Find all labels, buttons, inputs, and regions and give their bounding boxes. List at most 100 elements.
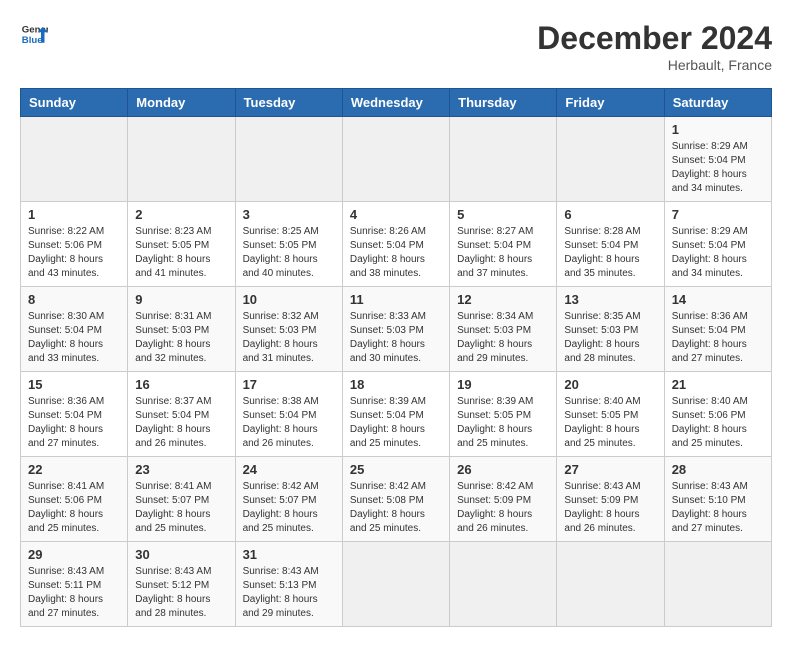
day-number: 16 — [135, 377, 227, 392]
day-number: 6 — [564, 207, 656, 222]
calendar-cell: 25 Sunrise: 8:42 AMSunset: 5:08 PMDayligh… — [342, 457, 449, 542]
day-info: Sunrise: 8:36 AMSunset: 5:04 PMDaylight:… — [28, 395, 120, 451]
calendar-header-row: SundayMondayTuesdayWednesdayThursdayFrid… — [21, 89, 772, 117]
calendar-cell: 1Sunrise: 8:29 AMSunset: 5:04 PMDaylight… — [664, 117, 771, 202]
day-info: Sunrise: 8:42 AMSunset: 5:08 PMDaylight:… — [350, 480, 442, 536]
day-info: Sunrise: 8:27 AMSunset: 5:04 PMDaylight:… — [457, 225, 549, 281]
day-info: Sunrise: 8:29 AMSunset: 5:04 PMDaylight:… — [672, 140, 764, 196]
calendar-cell: 3 Sunrise: 8:25 AMSunset: 5:05 PMDaylight… — [235, 202, 342, 287]
calendar-cell — [557, 117, 664, 202]
calendar-cell: 18Sunrise: 8:39 AMSunset: 5:04 PMDayligh… — [342, 372, 449, 457]
calendar-cell — [664, 542, 771, 627]
day-info: Sunrise: 8:36 AMSunset: 5:04 PMDaylight:… — [672, 310, 764, 366]
calendar-cell — [450, 542, 557, 627]
day-number: 24 — [243, 462, 335, 477]
header-day-monday: Monday — [128, 89, 235, 117]
calendar-cell: 28 Sunrise: 8:43 AMSunset: 5:10 PMDayligh… — [664, 457, 771, 542]
logo: General Blue — [20, 20, 48, 48]
day-number: 19 — [457, 377, 549, 392]
calendar-week-2: 8 Sunrise: 8:30 AMSunset: 5:04 PMDaylight… — [21, 287, 772, 372]
calendar-cell — [450, 117, 557, 202]
day-info: Sunrise: 8:37 AMSunset: 5:04 PMDaylight:… — [135, 395, 227, 451]
day-info: Sunrise: 8:40 AMSunset: 5:05 PMDaylight:… — [564, 395, 656, 451]
calendar-cell: 24Sunrise: 8:42 AMSunset: 5:07 PMDayligh… — [235, 457, 342, 542]
calendar-cell: 10 Sunrise: 8:32 AMSunset: 5:03 PMDayligh… — [235, 287, 342, 372]
calendar-cell: 26Sunrise: 8:42 AMSunset: 5:09 PMDayligh… — [450, 457, 557, 542]
calendar-cell — [557, 542, 664, 627]
logo-icon: General Blue — [20, 20, 48, 48]
calendar-cell: 1 Sunrise: 8:22 AMSunset: 5:06 PMDaylight… — [21, 202, 128, 287]
calendar-cell: 17Sunrise: 8:38 AMSunset: 5:04 PMDayligh… — [235, 372, 342, 457]
day-number: 25 — [350, 462, 442, 477]
location-title: Herbault, France — [537, 57, 772, 73]
day-info: Sunrise: 8:23 AMSunset: 5:05 PMDaylight:… — [135, 225, 227, 281]
calendar-week-5: 29 Sunrise: 8:43 AMSunset: 5:11 PMDayligh… — [21, 542, 772, 627]
day-info: Sunrise: 8:35 AMSunset: 5:03 PMDaylight:… — [564, 310, 656, 366]
day-number: 31 — [243, 547, 335, 562]
day-number: 29 — [28, 547, 120, 562]
day-info: Sunrise: 8:32 AMSunset: 5:03 PMDaylight:… — [243, 310, 335, 366]
day-info: Sunrise: 8:41 AMSunset: 5:06 PMDaylight:… — [28, 480, 120, 536]
page-header: General Blue December 2024 Herbault, Fra… — [20, 20, 772, 73]
header-day-tuesday: Tuesday — [235, 89, 342, 117]
calendar-cell: 29 Sunrise: 8:43 AMSunset: 5:11 PMDayligh… — [21, 542, 128, 627]
day-info: Sunrise: 8:28 AMSunset: 5:04 PMDaylight:… — [564, 225, 656, 281]
day-number: 23 — [135, 462, 227, 477]
header-day-friday: Friday — [557, 89, 664, 117]
day-info: Sunrise: 8:25 AMSunset: 5:05 PMDaylight:… — [243, 225, 335, 281]
day-number: 1 — [28, 207, 120, 222]
header-day-wednesday: Wednesday — [342, 89, 449, 117]
calendar-cell: 20 Sunrise: 8:40 AMSunset: 5:05 PMDayligh… — [557, 372, 664, 457]
day-info: Sunrise: 8:22 AMSunset: 5:06 PMDaylight:… — [28, 225, 120, 281]
calendar-cell: 4Sunrise: 8:26 AMSunset: 5:04 PMDaylight… — [342, 202, 449, 287]
calendar-cell: 31Sunrise: 8:43 AMSunset: 5:13 PMDayligh… — [235, 542, 342, 627]
day-number: 11 — [350, 292, 442, 307]
day-info: Sunrise: 8:31 AMSunset: 5:03 PMDaylight:… — [135, 310, 227, 366]
day-number: 2 — [135, 207, 227, 222]
day-info: Sunrise: 8:40 AMSunset: 5:06 PMDaylight:… — [672, 395, 764, 451]
calendar-cell: 22 Sunrise: 8:41 AMSunset: 5:06 PMDayligh… — [21, 457, 128, 542]
day-number: 14 — [672, 292, 764, 307]
day-number: 28 — [672, 462, 764, 477]
calendar-cell: 30Sunrise: 8:43 AMSunset: 5:12 PMDayligh… — [128, 542, 235, 627]
day-number: 20 — [564, 377, 656, 392]
day-number: 17 — [243, 377, 335, 392]
calendar-cell — [128, 117, 235, 202]
calendar-cell: 19 Sunrise: 8:39 AMSunset: 5:05 PMDayligh… — [450, 372, 557, 457]
calendar-cell: 5Sunrise: 8:27 AMSunset: 5:04 PMDaylight… — [450, 202, 557, 287]
day-info: Sunrise: 8:43 AMSunset: 5:10 PMDaylight:… — [672, 480, 764, 536]
calendar-week-3: 15 Sunrise: 8:36 AMSunset: 5:04 PMDayligh… — [21, 372, 772, 457]
svg-text:Blue: Blue — [22, 35, 43, 46]
day-number: 8 — [28, 292, 120, 307]
calendar-cell: 11 Sunrise: 8:33 AMSunset: 5:03 PMDayligh… — [342, 287, 449, 372]
calendar-week-0: 1Sunrise: 8:29 AMSunset: 5:04 PMDaylight… — [21, 117, 772, 202]
day-number: 15 — [28, 377, 120, 392]
day-number: 4 — [350, 207, 442, 222]
day-info: Sunrise: 8:39 AMSunset: 5:04 PMDaylight:… — [350, 395, 442, 451]
calendar-cell: 23 Sunrise: 8:41 AMSunset: 5:07 PMDayligh… — [128, 457, 235, 542]
title-section: December 2024 Herbault, France — [537, 20, 772, 73]
day-info: Sunrise: 8:39 AMSunset: 5:05 PMDaylight:… — [457, 395, 549, 451]
month-title: December 2024 — [537, 20, 772, 57]
calendar-cell — [235, 117, 342, 202]
header-day-thursday: Thursday — [450, 89, 557, 117]
calendar-cell: 7Sunrise: 8:29 AMSunset: 5:04 PMDaylight… — [664, 202, 771, 287]
day-info: Sunrise: 8:34 AMSunset: 5:03 PMDaylight:… — [457, 310, 549, 366]
calendar-cell: 8 Sunrise: 8:30 AMSunset: 5:04 PMDaylight… — [21, 287, 128, 372]
calendar-cell: 2 Sunrise: 8:23 AMSunset: 5:05 PMDaylight… — [128, 202, 235, 287]
calendar-cell — [342, 117, 449, 202]
day-info: Sunrise: 8:41 AMSunset: 5:07 PMDaylight:… — [135, 480, 227, 536]
calendar-cell: 12Sunrise: 8:34 AMSunset: 5:03 PMDayligh… — [450, 287, 557, 372]
day-info: Sunrise: 8:43 AMSunset: 5:11 PMDaylight:… — [28, 565, 120, 621]
day-info: Sunrise: 8:42 AMSunset: 5:09 PMDaylight:… — [457, 480, 549, 536]
calendar-cell: 14 Sunrise: 8:36 AMSunset: 5:04 PMDayligh… — [664, 287, 771, 372]
calendar-cell: 15 Sunrise: 8:36 AMSunset: 5:04 PMDayligh… — [21, 372, 128, 457]
day-number: 22 — [28, 462, 120, 477]
calendar-week-1: 1 Sunrise: 8:22 AMSunset: 5:06 PMDaylight… — [21, 202, 772, 287]
day-info: Sunrise: 8:43 AMSunset: 5:09 PMDaylight:… — [564, 480, 656, 536]
day-info: Sunrise: 8:33 AMSunset: 5:03 PMDaylight:… — [350, 310, 442, 366]
day-number: 3 — [243, 207, 335, 222]
day-info: Sunrise: 8:30 AMSunset: 5:04 PMDaylight:… — [28, 310, 120, 366]
calendar-cell: 16 Sunrise: 8:37 AMSunset: 5:04 PMDayligh… — [128, 372, 235, 457]
day-number: 10 — [243, 292, 335, 307]
